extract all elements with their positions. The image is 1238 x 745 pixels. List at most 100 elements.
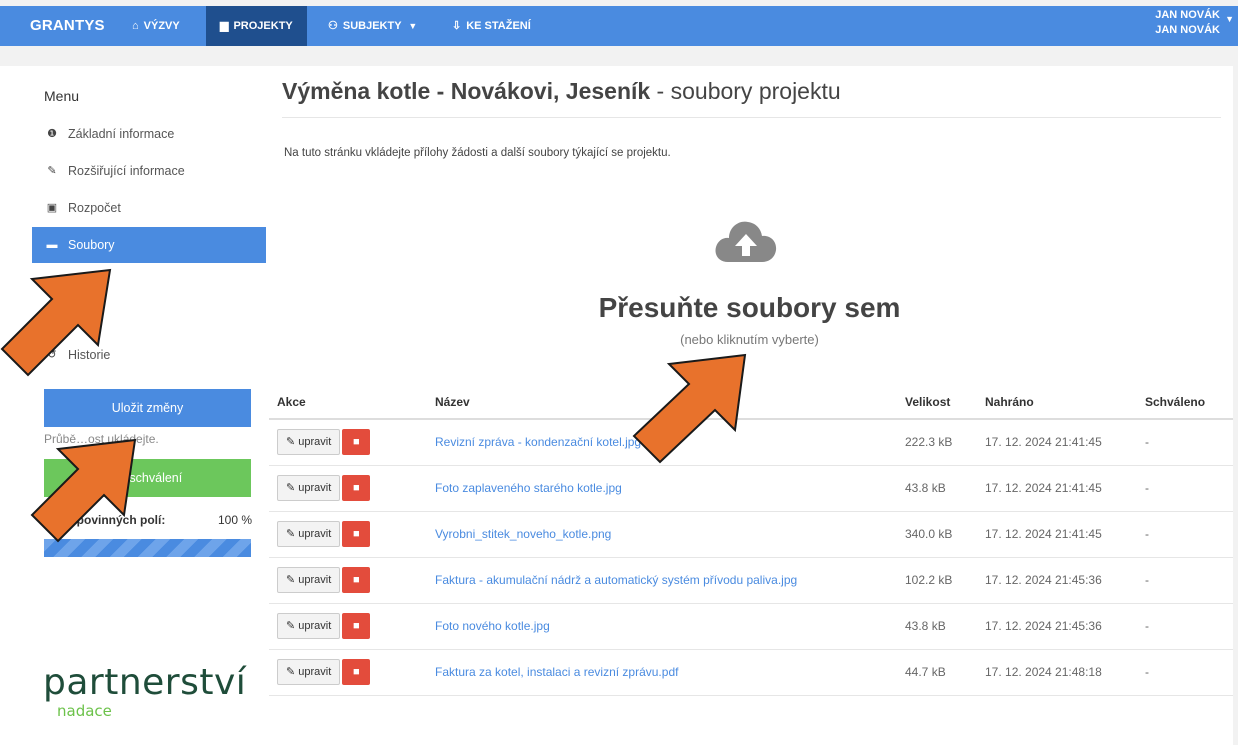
- trash-icon: ■: [352, 482, 360, 494]
- file-uploaded: 17. 12. 2024 21:41:45: [977, 511, 1137, 558]
- intro-text: Na tuto stránku vkládejte přílohy žádost…: [284, 147, 671, 159]
- trash-icon: ■: [352, 574, 360, 586]
- chevron-down-icon[interactable]: ▼: [1225, 14, 1234, 24]
- money-icon: ▣: [46, 202, 58, 214]
- edit-button[interactable]: ✎ upravit: [277, 429, 341, 456]
- edit-button[interactable]: ✎ upravit: [277, 567, 341, 593]
- cloud-upload-icon: [715, 221, 777, 262]
- column-header-akce: Akce: [269, 385, 427, 420]
- sidebar-item-label: Rozšiřující informace: [68, 164, 185, 178]
- table-icon: ▤: [46, 276, 58, 288]
- delete-button[interactable]: ■: [342, 429, 371, 456]
- file-size: 44.7 kB: [897, 649, 977, 696]
- dropzone[interactable]: Přesuňte soubory sem (nebo kliknutím vyb…: [266, 196, 1233, 366]
- edit-button[interactable]: ✎ upravit: [277, 613, 341, 639]
- required-fields-value: 100 %: [218, 513, 253, 527]
- pencil-icon: ✎: [286, 620, 296, 632]
- sidebar-item-label: Základní informace: [68, 127, 175, 141]
- brand-logo[interactable]: GRANTYS: [30, 17, 105, 34]
- sidebar-item-hidden-2[interactable]: ☰ …sti: [32, 301, 266, 337]
- table-row: ✎ upravit ■ Faktura - akumulační nádrž a …: [269, 557, 1233, 604]
- user-subject: JAN NOVÁK: [1155, 24, 1220, 36]
- dropzone-subtitle: (nebo kliknutím vyberte): [680, 332, 819, 347]
- nav-projekty[interactable]: ▆ PROJEKTY: [206, 6, 307, 46]
- sidebar-item-label: …sti: [68, 312, 93, 326]
- partner-logo-sub: nadace: [57, 702, 112, 720]
- file-link[interactable]: Vyrobni_stitek_noveho_kotle.png: [427, 511, 897, 558]
- delete-button[interactable]: ■: [342, 521, 371, 547]
- pencil-icon: ✎: [286, 574, 296, 586]
- user-menu[interactable]: JAN NOVÁK JAN NOVÁK: [1155, 8, 1220, 38]
- download-icon: ⇩: [452, 20, 462, 32]
- sidebar: Menu ❶ Základní informace ✎ Rozšiřující …: [0, 66, 266, 745]
- users-icon: ⚇: [328, 20, 338, 32]
- dropzone-title: Přesuňte soubory sem: [598, 292, 901, 323]
- file-size: 222.3 kB: [897, 419, 977, 466]
- file-link[interactable]: Faktura - akumulační nádrž a automatický…: [427, 557, 897, 604]
- edit-button[interactable]: ✎ upravit: [277, 521, 341, 547]
- required-fields-label: …ení povinných polí:: [44, 513, 166, 527]
- delete-button[interactable]: ■: [342, 613, 371, 639]
- file-link[interactable]: Revizní zpráva - kondenzační kotel.jpg: [427, 419, 897, 466]
- edit-button[interactable]: ✎ upravit: [277, 475, 341, 501]
- nav-ke-stazeni[interactable]: ⇩ KE STAŽENÍ: [438, 6, 545, 46]
- megaphone-icon: ⌂: [132, 20, 139, 32]
- save-button[interactable]: Uložit změny: [44, 389, 251, 427]
- sidebar-item-hidden-1[interactable]: ▤ …y: [32, 264, 266, 300]
- list-icon: ☰: [47, 313, 57, 325]
- user-name: JAN NOVÁK: [1155, 9, 1220, 21]
- main-content: Výměna kotle - Novákovi, Jeseník - soubo…: [266, 66, 1233, 745]
- file-uploaded: 17. 12. 2024 21:45:36: [977, 557, 1137, 604]
- file-uploaded: 17. 12. 2024 21:41:45: [977, 465, 1137, 512]
- nav-label: KE STAŽENÍ: [466, 20, 531, 32]
- sidebar-item-soubory[interactable]: ▬ Soubory: [32, 227, 266, 263]
- column-header-schvaleno[interactable]: Schváleno: [1137, 385, 1233, 420]
- sidebar-item-historie[interactable]: ↺ Historie: [32, 337, 266, 373]
- pencil-icon: ✎: [286, 666, 296, 678]
- table-row: ✎ upravit ■ Faktura za kotel, instalaci a…: [269, 649, 1233, 696]
- folder-icon: ▬: [46, 239, 58, 251]
- delete-button[interactable]: ■: [342, 475, 371, 501]
- sidebar-item-label: Rozpočet: [68, 201, 121, 215]
- table-row: ✎ upravit ■ Vyrobni_stitek_noveho_kotle.p…: [269, 511, 1233, 558]
- sidebar-item-label: Soubory: [68, 238, 115, 252]
- edit-button[interactable]: ✎ upravit: [277, 659, 341, 685]
- file-link[interactable]: Faktura za kotel, instalaci a revizní zp…: [427, 649, 897, 696]
- files-table: Akce Název Velikost Nahráno Schváleno ✎ …: [269, 385, 1233, 696]
- project-name: Výměna kotle - Novákovi, Jeseník: [282, 78, 651, 104]
- nav-label: SUBJEKTY: [342, 20, 402, 32]
- nav-label: PROJEKTY: [233, 20, 293, 32]
- edit-icon: ✎: [47, 165, 57, 177]
- file-uploaded: 17. 12. 2024 21:45:36: [977, 603, 1137, 650]
- trash-icon: ■: [352, 436, 360, 449]
- file-link[interactable]: Foto nového kotle.jpg: [427, 603, 897, 650]
- trash-icon: ■: [352, 620, 360, 632]
- chevron-down-icon: ▼: [408, 21, 418, 31]
- table-row: ✎ upravit ■ Foto nového kotle.jpg 43.8 kB…: [269, 603, 1233, 650]
- file-approved: -: [1137, 511, 1233, 558]
- file-size: 340.0 kB: [897, 511, 977, 558]
- partner-logo: partnerství: [43, 662, 247, 703]
- delete-button[interactable]: ■: [342, 659, 371, 685]
- table-header-row: Akce Název Velikost Nahráno Schváleno: [269, 385, 1233, 420]
- sidebar-item-rozpocet[interactable]: ▣ Rozpočet: [32, 190, 266, 226]
- save-hint: Průbě…ost ukládejte.: [44, 432, 159, 446]
- trash-icon: ■: [352, 528, 360, 540]
- sidebar-item-label: Historie: [68, 348, 111, 362]
- nav-vyzvy[interactable]: ⌂ VÝZVY: [118, 6, 194, 46]
- divider: [282, 117, 1221, 118]
- sidebar-item-rozsirujici-informace[interactable]: ✎ Rozšiřující informace: [32, 153, 266, 189]
- column-header-nahrano[interactable]: Nahráno: [977, 385, 1137, 420]
- column-header-nazev[interactable]: Název: [427, 385, 897, 420]
- file-approved: -: [1137, 649, 1233, 696]
- sidebar-item-zakladni-informace[interactable]: ❶ Základní informace: [32, 116, 266, 152]
- delete-button[interactable]: ■: [342, 567, 371, 593]
- sidebar-item-label: …y: [68, 275, 87, 289]
- required-fields-progress: [44, 539, 251, 557]
- submit-for-approval-button[interactable]: ke schválení: [44, 459, 251, 497]
- file-link[interactable]: Foto zaplaveného starého kotle.jpg: [427, 465, 897, 512]
- trash-icon: ■: [352, 666, 360, 678]
- nav-subjekty[interactable]: ⚇ SUBJEKTY ▼: [314, 6, 431, 46]
- page-subtitle: - soubory projektu: [650, 78, 841, 104]
- column-header-velikost[interactable]: Velikost: [897, 385, 977, 420]
